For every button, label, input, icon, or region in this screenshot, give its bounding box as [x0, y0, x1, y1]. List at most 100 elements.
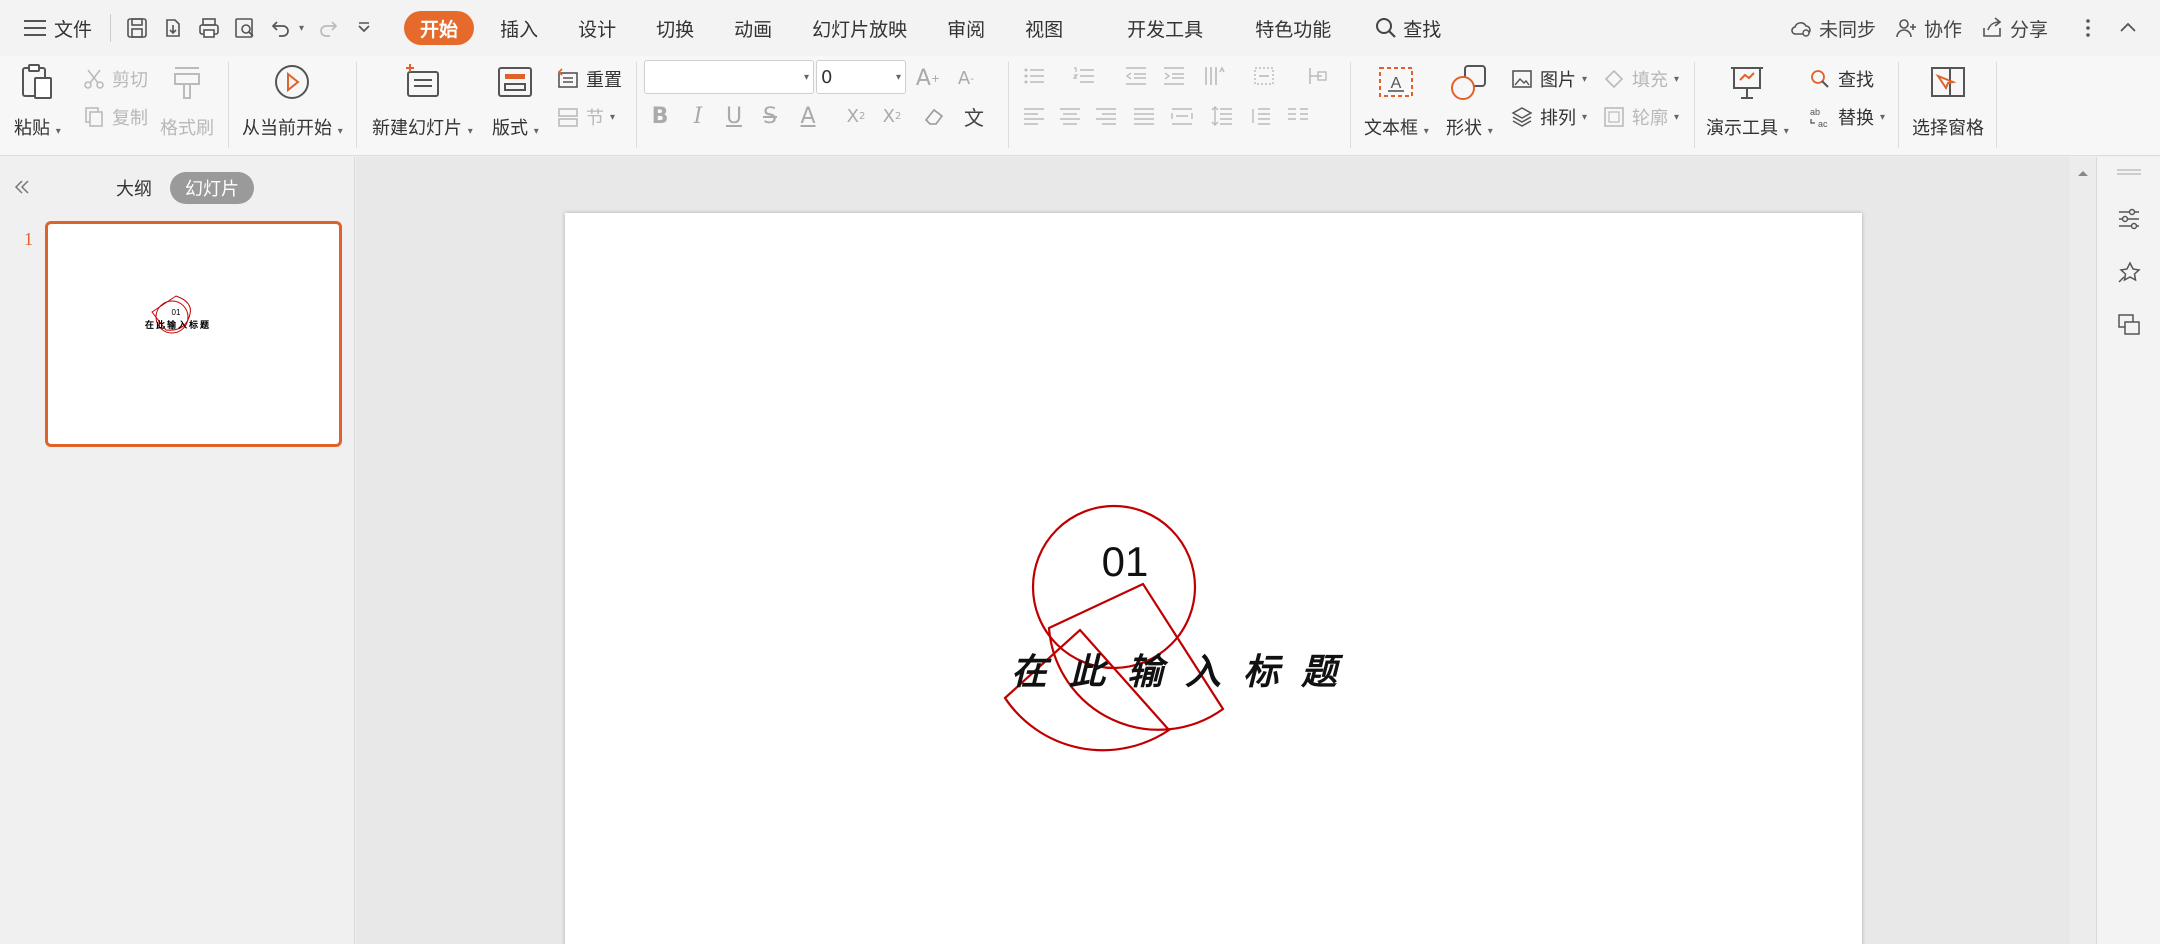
bullet-list-icon[interactable] — [1020, 62, 1048, 90]
tab-special-features[interactable]: 特色功能 — [1241, 11, 1345, 45]
align-left-icon[interactable] — [1020, 102, 1048, 130]
align-text-icon[interactable] — [1250, 62, 1278, 90]
italic-icon[interactable]: I — [684, 102, 712, 130]
justify-icon[interactable] — [1130, 102, 1158, 130]
section-label: 节 — [586, 108, 604, 129]
section-button[interactable]: 节 ▾ — [556, 104, 615, 130]
replace-button[interactable]: ab ac 替换 ▾ — [1808, 104, 1885, 130]
increase-font-icon[interactable]: A + — [914, 64, 942, 92]
tab-outline[interactable]: 大纲 — [106, 172, 162, 204]
layout-label: 版式 — [492, 118, 528, 139]
search-button[interactable]: 查找 — [1361, 11, 1455, 45]
save-icon — [127, 18, 147, 38]
new-slide-button[interactable]: 新建幻灯片 ▾ — [372, 60, 473, 140]
tab-design[interactable]: 设计 — [564, 11, 630, 45]
text-box-button[interactable]: A 文本框 ▾ — [1364, 60, 1429, 140]
decrease-font-icon[interactable]: A- — [952, 64, 980, 92]
output-pdf-button[interactable] — [155, 8, 191, 48]
selection-pane-button[interactable]: 选择窗格 — [1912, 60, 1984, 140]
arrange-button[interactable]: 排列 ▾ — [1510, 104, 1587, 130]
sidebar-properties-button[interactable] — [2113, 203, 2145, 235]
smart-art-icon[interactable] — [1302, 62, 1330, 90]
paragraph-spacing-icon[interactable] — [1246, 102, 1274, 130]
clear-format-icon[interactable] — [920, 102, 948, 130]
text-direction-icon[interactable] — [1200, 62, 1228, 90]
print-preview-button[interactable] — [227, 8, 263, 48]
save-button[interactable] — [119, 8, 155, 48]
undo-icon — [271, 21, 289, 37]
slide-navigation-pane: 大纲 幻灯片 1 01 在此输入标题 — [0, 157, 355, 944]
selection-pane-label: 选择窗格 — [1912, 118, 1984, 139]
subscript-icon[interactable]: X2 — [878, 102, 906, 130]
undo-button[interactable] — [263, 8, 299, 48]
collapse-ribbon-button[interactable] — [2116, 16, 2140, 40]
tab-review[interactable]: 审阅 — [933, 11, 999, 45]
numbered-list-icon[interactable] — [1070, 62, 1098, 90]
copy-button[interactable]: 复制 — [82, 104, 148, 130]
reset-label: 重置 — [586, 70, 622, 91]
bold-icon[interactable]: B — [646, 102, 674, 130]
collaborate-button[interactable]: 协作 — [1894, 15, 1962, 42]
sync-status-button[interactable]: 未同步 — [1789, 15, 1876, 42]
underline-icon[interactable]: U — [720, 102, 748, 130]
slide-number-text[interactable]: 01 — [1085, 538, 1165, 586]
outline-button[interactable]: 轮廓 ▾ — [1602, 104, 1679, 130]
find-button[interactable]: 查找 — [1808, 66, 1874, 92]
shape-button[interactable]: 形状 ▾ — [1446, 60, 1493, 140]
tab-slides[interactable]: 幻灯片 — [170, 172, 254, 204]
tab-slideshow[interactable]: 幻灯片放映 — [798, 11, 921, 45]
svg-text:ac: ac — [1818, 119, 1828, 129]
cut-button[interactable]: 剪切 — [82, 66, 148, 92]
share-button[interactable]: 分享 — [1980, 15, 2048, 42]
distribute-icon[interactable] — [1168, 102, 1196, 130]
sidebar-animation-button[interactable] — [2113, 257, 2145, 289]
tab-developer[interactable]: 开发工具 — [1113, 11, 1217, 45]
fill-button[interactable]: 填充 ▾ — [1602, 66, 1679, 92]
printer-icon — [199, 18, 219, 38]
strikethrough-icon[interactable]: S — [756, 102, 784, 130]
collapse-pane-button[interactable] — [8, 173, 36, 201]
format-painter-button[interactable]: 格式刷 — [160, 60, 214, 140]
slide-number-label: 1 — [24, 229, 33, 249]
format-painter-icon — [174, 67, 200, 99]
customize-toolbar-button[interactable] — [346, 8, 382, 48]
tab-animation[interactable]: 动画 — [720, 11, 786, 45]
scissors-icon — [84, 69, 104, 89]
phonetic-guide-icon[interactable]: 文 — [960, 102, 988, 130]
vertical-scrollbar[interactable] — [2070, 157, 2096, 944]
presentation-tools-button[interactable]: 演示工具 ▾ — [1706, 60, 1789, 140]
scroll-up-arrow-icon[interactable] — [2070, 163, 2096, 183]
picture-button[interactable]: 图片 ▾ — [1510, 66, 1587, 92]
section-icon — [558, 108, 578, 127]
cloud-sync-icon — [1791, 22, 1811, 37]
align-center-icon[interactable] — [1056, 102, 1084, 130]
reset-button[interactable]: 重置 — [556, 66, 622, 92]
reset-icon — [557, 68, 578, 88]
more-options-button[interactable] — [2076, 16, 2100, 40]
sidebar-transition-button[interactable] — [2113, 309, 2145, 341]
decrease-indent-icon[interactable] — [1122, 62, 1150, 90]
slide-title-text[interactable]: 在此输入标题 — [945, 643, 1425, 695]
tab-transition[interactable]: 切换 — [642, 11, 708, 45]
undo-dropdown-icon[interactable]: ▾ — [299, 23, 304, 34]
file-menu-button[interactable]: 文件 — [14, 8, 102, 48]
superscript-icon[interactable]: X2 — [842, 102, 870, 130]
tab-home[interactable]: 开始 — [404, 11, 475, 45]
columns-icon[interactable] — [1284, 102, 1312, 130]
paste-button[interactable]: 粘贴 ▾ — [14, 60, 61, 140]
layout-button[interactable]: 版式 ▾ — [492, 60, 539, 140]
print-button[interactable] — [191, 8, 227, 48]
increase-indent-icon[interactable] — [1160, 62, 1188, 90]
font-color-icon[interactable]: A — [794, 102, 822, 130]
tab-view[interactable]: 视图 — [1011, 11, 1077, 45]
align-right-icon[interactable] — [1092, 102, 1120, 130]
tab-insert[interactable]: 插入 — [486, 11, 552, 45]
redo-button[interactable] — [310, 8, 346, 48]
slide-thumbnail-1[interactable]: 01 在此输入标题 — [45, 221, 342, 447]
font-name-combo[interactable]: ▾ — [644, 60, 814, 94]
slide-1[interactable]: 01 在此输入标题 — [565, 213, 1862, 944]
line-spacing-icon[interactable] — [1208, 102, 1236, 130]
font-size-combo[interactable]: 0 ▾ — [816, 60, 906, 94]
play-from-current-button[interactable]: 从当前开始 ▾ — [242, 60, 343, 140]
find-icon — [1811, 70, 1829, 88]
